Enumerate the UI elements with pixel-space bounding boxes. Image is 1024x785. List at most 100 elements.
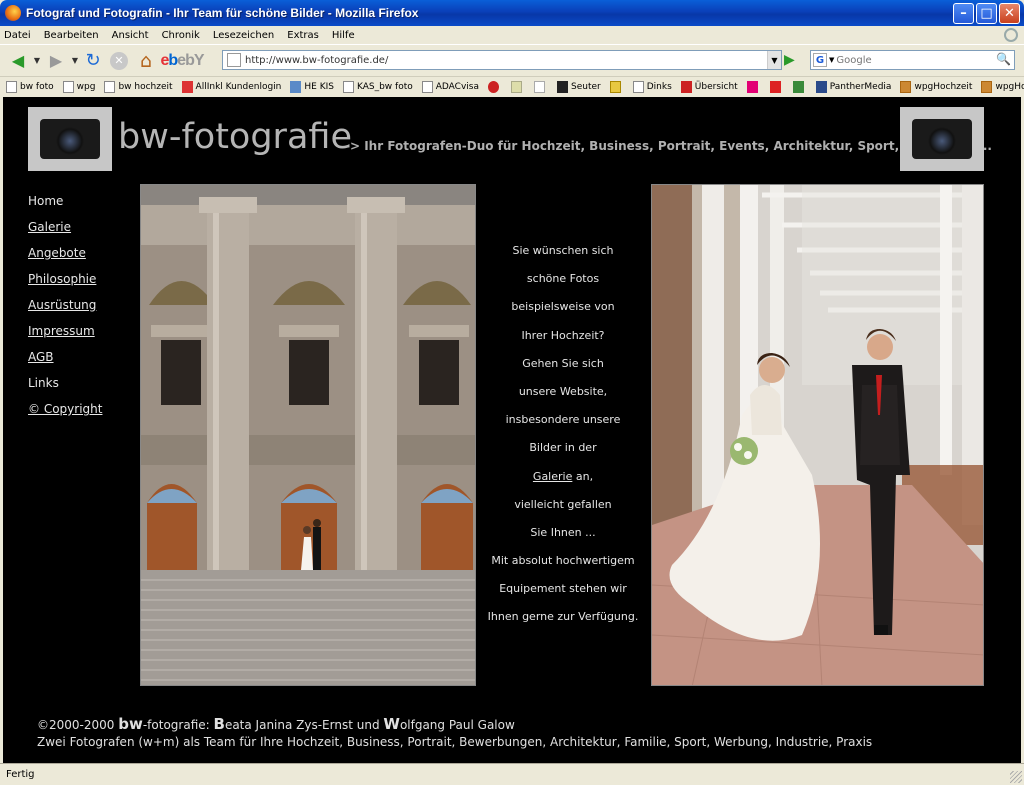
window-controls: – □ ✕ [953,3,1020,24]
bookmark-item[interactable]: PantherMedia [815,81,891,93]
footer-brand-initial: bw [118,715,143,733]
nav-ausruestung[interactable]: Ausrüstung [28,296,102,322]
nav-home[interactable]: Home [28,192,102,218]
intro-line: vielleicht gefallen [514,497,612,511]
bookmark-item[interactable] [746,81,761,93]
intro-line: Gehen Sie sich [522,356,604,370]
menu-extras[interactable]: Extras [287,30,319,41]
search-input[interactable] [836,54,987,66]
bookmark-label: ADACvisa [435,82,479,92]
ebay-button[interactable]: e b ebY [160,49,204,73]
bookmark-item[interactable]: ADACvisa [421,81,479,93]
bookmark-label: wpgHochzeit [914,82,973,92]
bookmark-label: KAS_bw foto [356,82,413,92]
bookmark-page-icon [342,81,354,93]
stop-icon[interactable]: ✕ [106,49,132,73]
bookmark-allinkl-icon [181,81,193,93]
bookmark-label: Seuter [571,82,601,92]
bookmark-item[interactable]: wpgHochzeit2 [981,81,1024,93]
intro-line: insbesondere unsere [505,413,621,427]
maximize-button[interactable]: □ [976,3,997,24]
bookmark-item[interactable]: bw foto [6,81,54,93]
bookmark-item[interactable] [769,81,784,93]
back-arrow-icon[interactable]: ◀ [4,49,32,73]
search-icon[interactable]: 🔍 [996,52,1012,68]
nav-impressum[interactable]: Impressum [28,322,102,348]
bookmark-item[interactable] [609,81,624,93]
intro-line: Bilder in der [529,441,597,455]
bookmark-seuter-icon [557,81,568,93]
bookmark-item[interactable]: wpgHochzeit [900,81,972,93]
google-engine-icon[interactable]: G [813,53,827,67]
menu-chronik[interactable]: Chronik [162,30,200,41]
bookmark-item[interactable]: wpg [62,81,96,93]
search-bar[interactable]: G ▼ 🔍 [810,50,1015,70]
bookmark-red-square-icon [769,81,781,93]
bookmark-item[interactable]: bw hochzeit [104,81,173,93]
nav-philosophie[interactable]: Philosophie [28,270,102,296]
site-navigation: Home Galerie Angebote Philosophie Ausrüs… [28,192,102,426]
menu-datei[interactable]: Datei [4,30,31,41]
bookmark-item[interactable] [792,81,807,93]
home-icon[interactable]: ⌂ [132,49,160,73]
minimize-button[interactable]: – [953,3,974,24]
footer-name1-rest: eata Janina Zys-Ernst und [224,718,384,732]
bookmark-label: Übersicht [694,82,738,92]
menu-hilfe[interactable]: Hilfe [332,30,355,41]
menu-bar: Datei Bearbeiten Ansicht Chronik Lesezei… [0,26,1024,44]
site-tagline: -> Ihr Fotografen-Duo für Hochzeit, Busi… [345,139,992,153]
bookmark-item[interactable] [534,81,548,93]
url-input[interactable] [245,54,765,66]
resize-grip-icon[interactable] [1010,771,1022,783]
nav-galerie[interactable]: Galerie [28,218,102,244]
menu-lesezeichen[interactable]: Lesezeichen [213,30,274,41]
bookmark-item[interactable]: Dinks [632,81,672,93]
intro-line: Sie Ihnen ... [530,525,596,539]
footer-name1-initial: B [213,715,225,733]
bookmark-page-icon [62,81,74,93]
camera-logo-left [28,107,112,171]
bookmark-page-icon [632,81,644,93]
page-icon [227,53,241,67]
menu-ansicht[interactable]: Ansicht [112,30,149,41]
intro-line: Sie wünschen sich [512,244,614,257]
forward-history-dropdown-icon[interactable]: ▼ [70,49,80,73]
bookmark-item[interactable]: AllInkl Kundenlogin [181,81,282,93]
bookmark-ebay-icon [534,81,545,93]
go-arrow-icon[interactable]: ▶ [784,52,802,70]
footer-brand-rest: -fotografie: [142,718,214,732]
back-history-dropdown-icon[interactable]: ▼ [32,49,42,73]
bookmark-page-icon [104,81,116,93]
close-button[interactable]: ✕ [999,3,1020,24]
bookmark-item[interactable] [511,81,525,93]
firefox-icon [5,5,21,21]
gallery-link[interactable]: Galerie [533,470,572,483]
nav-copyright[interactable]: © Copyright [28,400,102,426]
nav-agb[interactable]: AGB [28,348,102,374]
wedding-photo-building [140,184,476,686]
bookmark-label: wpg [76,82,96,92]
camera-icon [40,119,100,159]
bookmark-wpg-icon [981,81,993,93]
nav-links[interactable]: Links [28,374,102,400]
forward-arrow-icon[interactable]: ▶ [42,49,70,73]
reload-icon[interactable]: ↻ [80,49,106,73]
bookmark-kis-icon [290,81,302,93]
bookmark-item[interactable]: HE KIS [290,81,334,93]
url-bar[interactable]: ▼ [222,50,782,70]
bookmark-item[interactable]: Übersicht [680,81,738,93]
search-engine-dropdown-icon[interactable]: ▼ [829,56,834,64]
menu-bearbeiten[interactable]: Bearbeiten [44,30,99,41]
url-dropdown-icon[interactable]: ▼ [767,51,781,69]
nav-angebote[interactable]: Angebote [28,244,102,270]
bookmark-item[interactable]: KAS_bw foto [342,81,413,93]
window-title: Fotograf und Fotografin - Ihr Team für s… [26,6,419,20]
intro-line: Ihrer Hochzeit? [521,328,605,342]
bookmark-item[interactable] [488,81,502,93]
bookmark-page-icon [6,81,17,93]
intro-line: schöne Fotos [526,272,600,286]
intro-line: beispielsweise von [511,300,615,314]
bookmark-item[interactable]: Seuter [557,81,601,93]
intro-line: Ihnen gerne zur Verfügung. [487,610,639,624]
bookmark-label: AllInkl Kundenlogin [195,82,282,92]
